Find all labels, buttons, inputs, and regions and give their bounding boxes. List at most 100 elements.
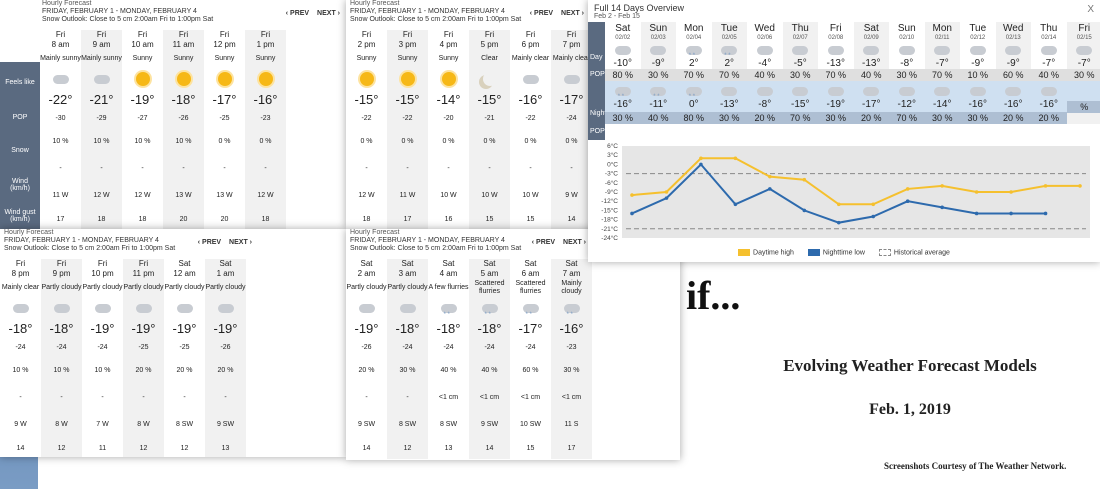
hour-feels-like: -23 [566,344,577,351]
hour-feels-like: -26 [220,344,231,351]
hour-day: Sat [483,259,496,268]
hour-pop: 60 % [522,367,539,374]
hour-snow: - [183,394,186,401]
next-button[interactable]: NEXT › [229,239,252,246]
data-point[interactable] [905,187,910,191]
hour-gust: 12 [180,445,189,452]
prev-button[interactable]: ‹ PREV [532,239,555,246]
hour-day: Fri [566,30,577,39]
data-point[interactable] [768,174,772,179]
next-button[interactable]: NEXT › [563,239,586,246]
data-point[interactable] [871,202,876,207]
data-point[interactable] [664,190,669,194]
data-point[interactable] [768,187,772,191]
cloud-icon [792,86,809,96]
hour-snow: - [100,165,103,172]
data-point[interactable] [940,205,944,210]
slide-title: Evolving Weather Forecast Models [783,356,1037,375]
hour-condition: Mainly clear [1,284,40,291]
data-point[interactable] [1043,184,1048,188]
data-point[interactable] [733,202,738,207]
data-point[interactable] [1078,184,1082,188]
hour-feels-like: -29 [96,115,107,122]
data-point[interactable] [630,193,634,197]
data-point[interactable] [974,190,979,194]
cloud-icon [614,45,631,55]
prev-button[interactable]: ‹ PREV [530,10,553,17]
data-point[interactable] [733,156,738,161]
hour-gust: 15 [526,445,535,452]
hour-condition: Partly cloudy [387,284,428,291]
cloud-icon [1076,45,1093,55]
data-point[interactable] [940,184,944,188]
panel-title: Hourly Forecast [4,229,54,236]
data-point[interactable] [699,156,703,161]
data-point[interactable] [802,208,807,213]
data-point[interactable] [630,211,634,216]
hourly-panel-1: Hourly Forecast FRIDAY, FEBRUARY 1 - MON… [0,0,346,229]
hourly-columns: Fri 8 pm Mainly clear -18° -24 10 % -9 W 14 Fri 9… [0,259,246,457]
data-point[interactable] [1009,190,1013,194]
moon-cloud-icon [173,298,193,313]
data-point[interactable] [871,214,876,219]
next-button[interactable]: NEXT › [317,10,340,17]
data-point[interactable] [905,199,910,203]
prev-button[interactable]: ‹ PREV [198,239,221,246]
hour-column: Fri 6 pm Mainly clear -16° -22 0 % - 10 W 15 [510,30,551,229]
hour-time: 11 am [172,40,195,49]
hour-temperature: -19° [90,321,115,336]
hour-column: Sat 3 am Partly cloudy -18° -24 30 % - 8 SW 12 [387,259,428,459]
pager: ‹ PREV NEXT › [280,10,340,17]
hour-wind: 12 W [134,192,151,199]
hour-gust: 18 [261,216,270,223]
next-button[interactable]: NEXT › [561,10,584,17]
night-low: -15° [791,99,810,110]
day-pop: 60 % [995,69,1031,81]
data-point[interactable] [1043,211,1048,216]
y-tick-label: 6°C [607,142,618,150]
data-point[interactable] [974,211,979,216]
hour-condition: Mainly clear [552,55,588,62]
hour-feels-like: -21 [484,115,495,122]
hour-pop: 0 % [524,138,537,145]
hour-feels-like: -24 [402,344,413,351]
prev-button[interactable]: ‹ PREV [286,10,309,17]
data-point[interactable] [699,162,703,167]
hourly-panel-4: Hourly Forecast FRIDAY, FEBRUARY 1 - MON… [346,229,680,460]
day-name: Sun [897,23,916,34]
hour-feels-like: -24 [525,344,536,351]
hour-temperature: -19° [213,321,238,336]
hour-wind: 9 SW [357,421,376,428]
overview-range: Feb 2 - Feb 15 [594,13,640,20]
hour-pop: 10 % [53,367,70,374]
day-name: Fri [829,23,842,34]
data-point[interactable] [836,220,841,225]
data-point[interactable] [1009,211,1013,216]
y-tick-label: -12°C [601,197,618,205]
data-point[interactable] [836,202,841,207]
cloud-icon [969,86,986,96]
night-low: -16° [613,99,632,110]
label-day: Day [590,54,603,61]
day-high: -9° [651,58,665,69]
hourly-columns: Fri 2 pm Sunny -15° -22 0 % -12 W 18 Fri 3 pm Sunn… [346,30,588,229]
data-point[interactable] [802,177,807,182]
hour-gust: 12 [57,445,66,452]
hour-snow: - [59,165,62,172]
day-high: -7° [935,58,949,69]
close-icon[interactable]: X [1087,4,1094,15]
hour-temperature: -19° [130,92,155,107]
hour-time: 1 am [216,269,235,278]
day-pop: 40 % [747,69,783,81]
hour-temperature: -18° [436,321,461,336]
night-pop: 20 % [747,112,783,124]
night-low: -8° [758,99,772,110]
hour-condition: Sunny [173,55,194,62]
day-date: 02/11 [934,35,950,41]
hour-temperature: -21° [89,92,114,107]
hour-pop: 0 % [565,138,578,145]
hour-feels-like: -24 [566,115,577,122]
day-date: 02/06 [757,35,773,41]
data-point[interactable] [664,196,669,200]
day-column: Mon02/04 2°70 % 0° 80 % [676,22,712,124]
